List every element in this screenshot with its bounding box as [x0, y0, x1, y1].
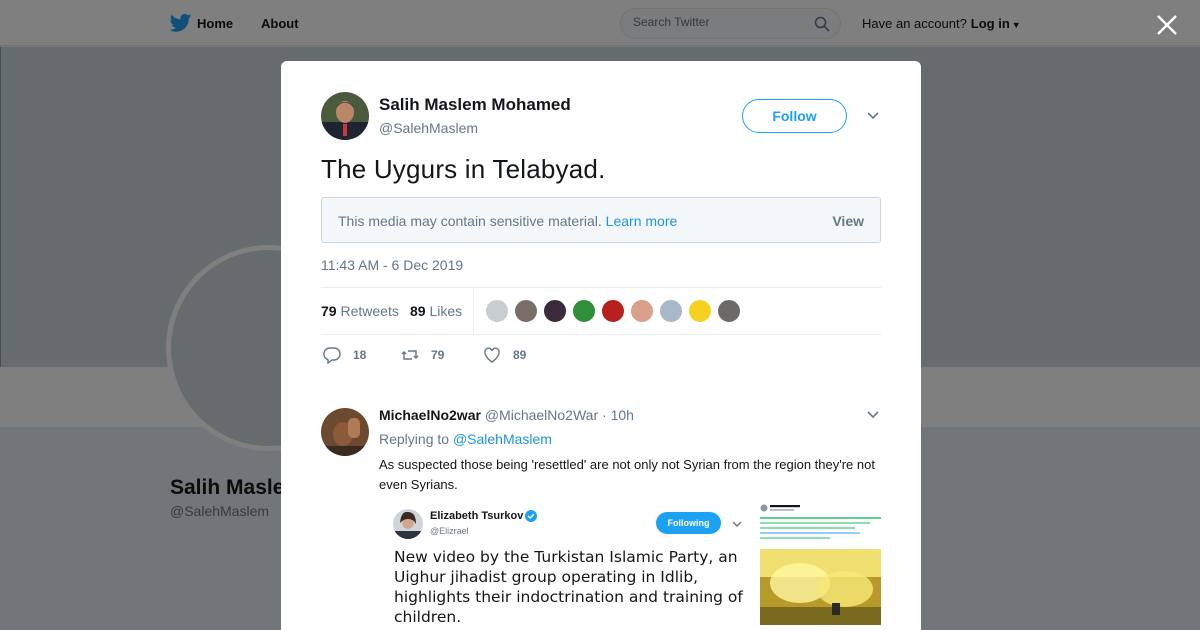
liker-avatar[interactable] — [601, 299, 625, 323]
retweets-stat[interactable]: 79 Retweets — [321, 303, 399, 319]
follow-button[interactable]: Follow — [742, 99, 847, 133]
retweet-count: 79 — [431, 348, 445, 362]
author-handle[interactable]: @SalehMaslem — [379, 120, 478, 136]
embed-following-badge: Following — [656, 512, 721, 534]
embed-chevron-down-icon — [732, 521, 742, 527]
retweet-icon — [401, 350, 419, 360]
tweet-text: The Uygurs in Telabyad. — [321, 154, 606, 184]
sensitive-media-notice: This media may contain sensitive materia… — [321, 197, 881, 243]
embed-author-handle: @Elizrael — [430, 526, 469, 536]
sensitive-text: This media may contain sensitive materia… — [338, 213, 602, 229]
replying-prefix: Replying to — [379, 431, 450, 447]
like-button[interactable]: 89 — [483, 345, 533, 365]
reply-age[interactable]: 10h — [611, 407, 634, 423]
reply-author-name[interactable]: MichaelNo2war — [379, 407, 481, 423]
reply-author-handle[interactable]: @MichaelNo2War — [485, 407, 598, 423]
liker-avatar[interactable] — [717, 299, 741, 323]
liker-avatar[interactable] — [485, 299, 509, 323]
tweet-stats: 79 Retweets 89 Likes — [321, 287, 881, 335]
sensitive-message: This media may contain sensitive materia… — [338, 213, 677, 229]
verified-badge-icon — [525, 510, 537, 522]
liker-avatar[interactable] — [572, 299, 596, 323]
learn-more-link[interactable]: Learn more — [606, 213, 678, 229]
reply-media-image[interactable]: Elizabeth Tsurkov @Elizrael Following Ne… — [379, 497, 881, 630]
stats-divider — [473, 288, 474, 335]
replying-mention[interactable]: @SalehMaslem — [453, 431, 552, 447]
replying-to: Replying to @SalehMaslem — [379, 431, 552, 447]
likes-label: Likes — [429, 303, 463, 319]
embed-side-thumbnail — [760, 504, 881, 625]
liker-avatar[interactable] — [514, 299, 538, 323]
liker-avatar[interactable] — [688, 299, 712, 323]
reply-text: As suspected those being 'resettled' are… — [379, 457, 875, 492]
author-avatar[interactable] — [321, 92, 369, 140]
like-count: 89 — [513, 348, 527, 362]
embed-side-image — [760, 503, 881, 630]
reply-header: MichaelNo2war @MichaelNo2War · 10h — [379, 407, 634, 423]
embed-avatar — [393, 509, 423, 539]
tweet-timestamp[interactable]: 11:43 AM - 6 Dec 2019 — [321, 257, 463, 273]
embed-author-name: Elizabeth Tsurkov — [430, 510, 524, 522]
liker-avatar[interactable] — [630, 299, 654, 323]
tweet-modal: Salih Maslem Mohamed @SalehMaslem Follow… — [281, 61, 921, 630]
retweets-label: Retweets — [340, 303, 399, 319]
retweet-button[interactable]: 79 — [401, 345, 451, 365]
liker-avatar[interactable] — [659, 299, 683, 323]
heart-icon — [484, 347, 500, 363]
tweet-actions: 18 79 89 — [321, 345, 881, 367]
likes-stat[interactable]: 89 Likes — [410, 303, 462, 319]
reply-avatar[interactable] — [321, 408, 369, 456]
retweets-count: 79 — [321, 303, 337, 319]
author-name[interactable]: Salih Maslem Mohamed — [379, 95, 571, 115]
reply-button[interactable]: 18 — [323, 345, 373, 365]
reply-chevron-down-icon[interactable] — [865, 407, 881, 423]
view-media-button[interactable]: View — [832, 213, 864, 229]
reply-count: 18 — [353, 348, 367, 362]
reply-icon — [323, 347, 341, 364]
liker-avatar[interactable] — [543, 299, 567, 323]
embed-tweet-text: New video by the Turkistan Islamic Party… — [394, 548, 743, 626]
close-icon[interactable] — [1154, 12, 1180, 38]
chevron-down-icon[interactable] — [865, 108, 881, 124]
likes-count: 89 — [410, 303, 426, 319]
reply-separator: · — [602, 407, 607, 423]
